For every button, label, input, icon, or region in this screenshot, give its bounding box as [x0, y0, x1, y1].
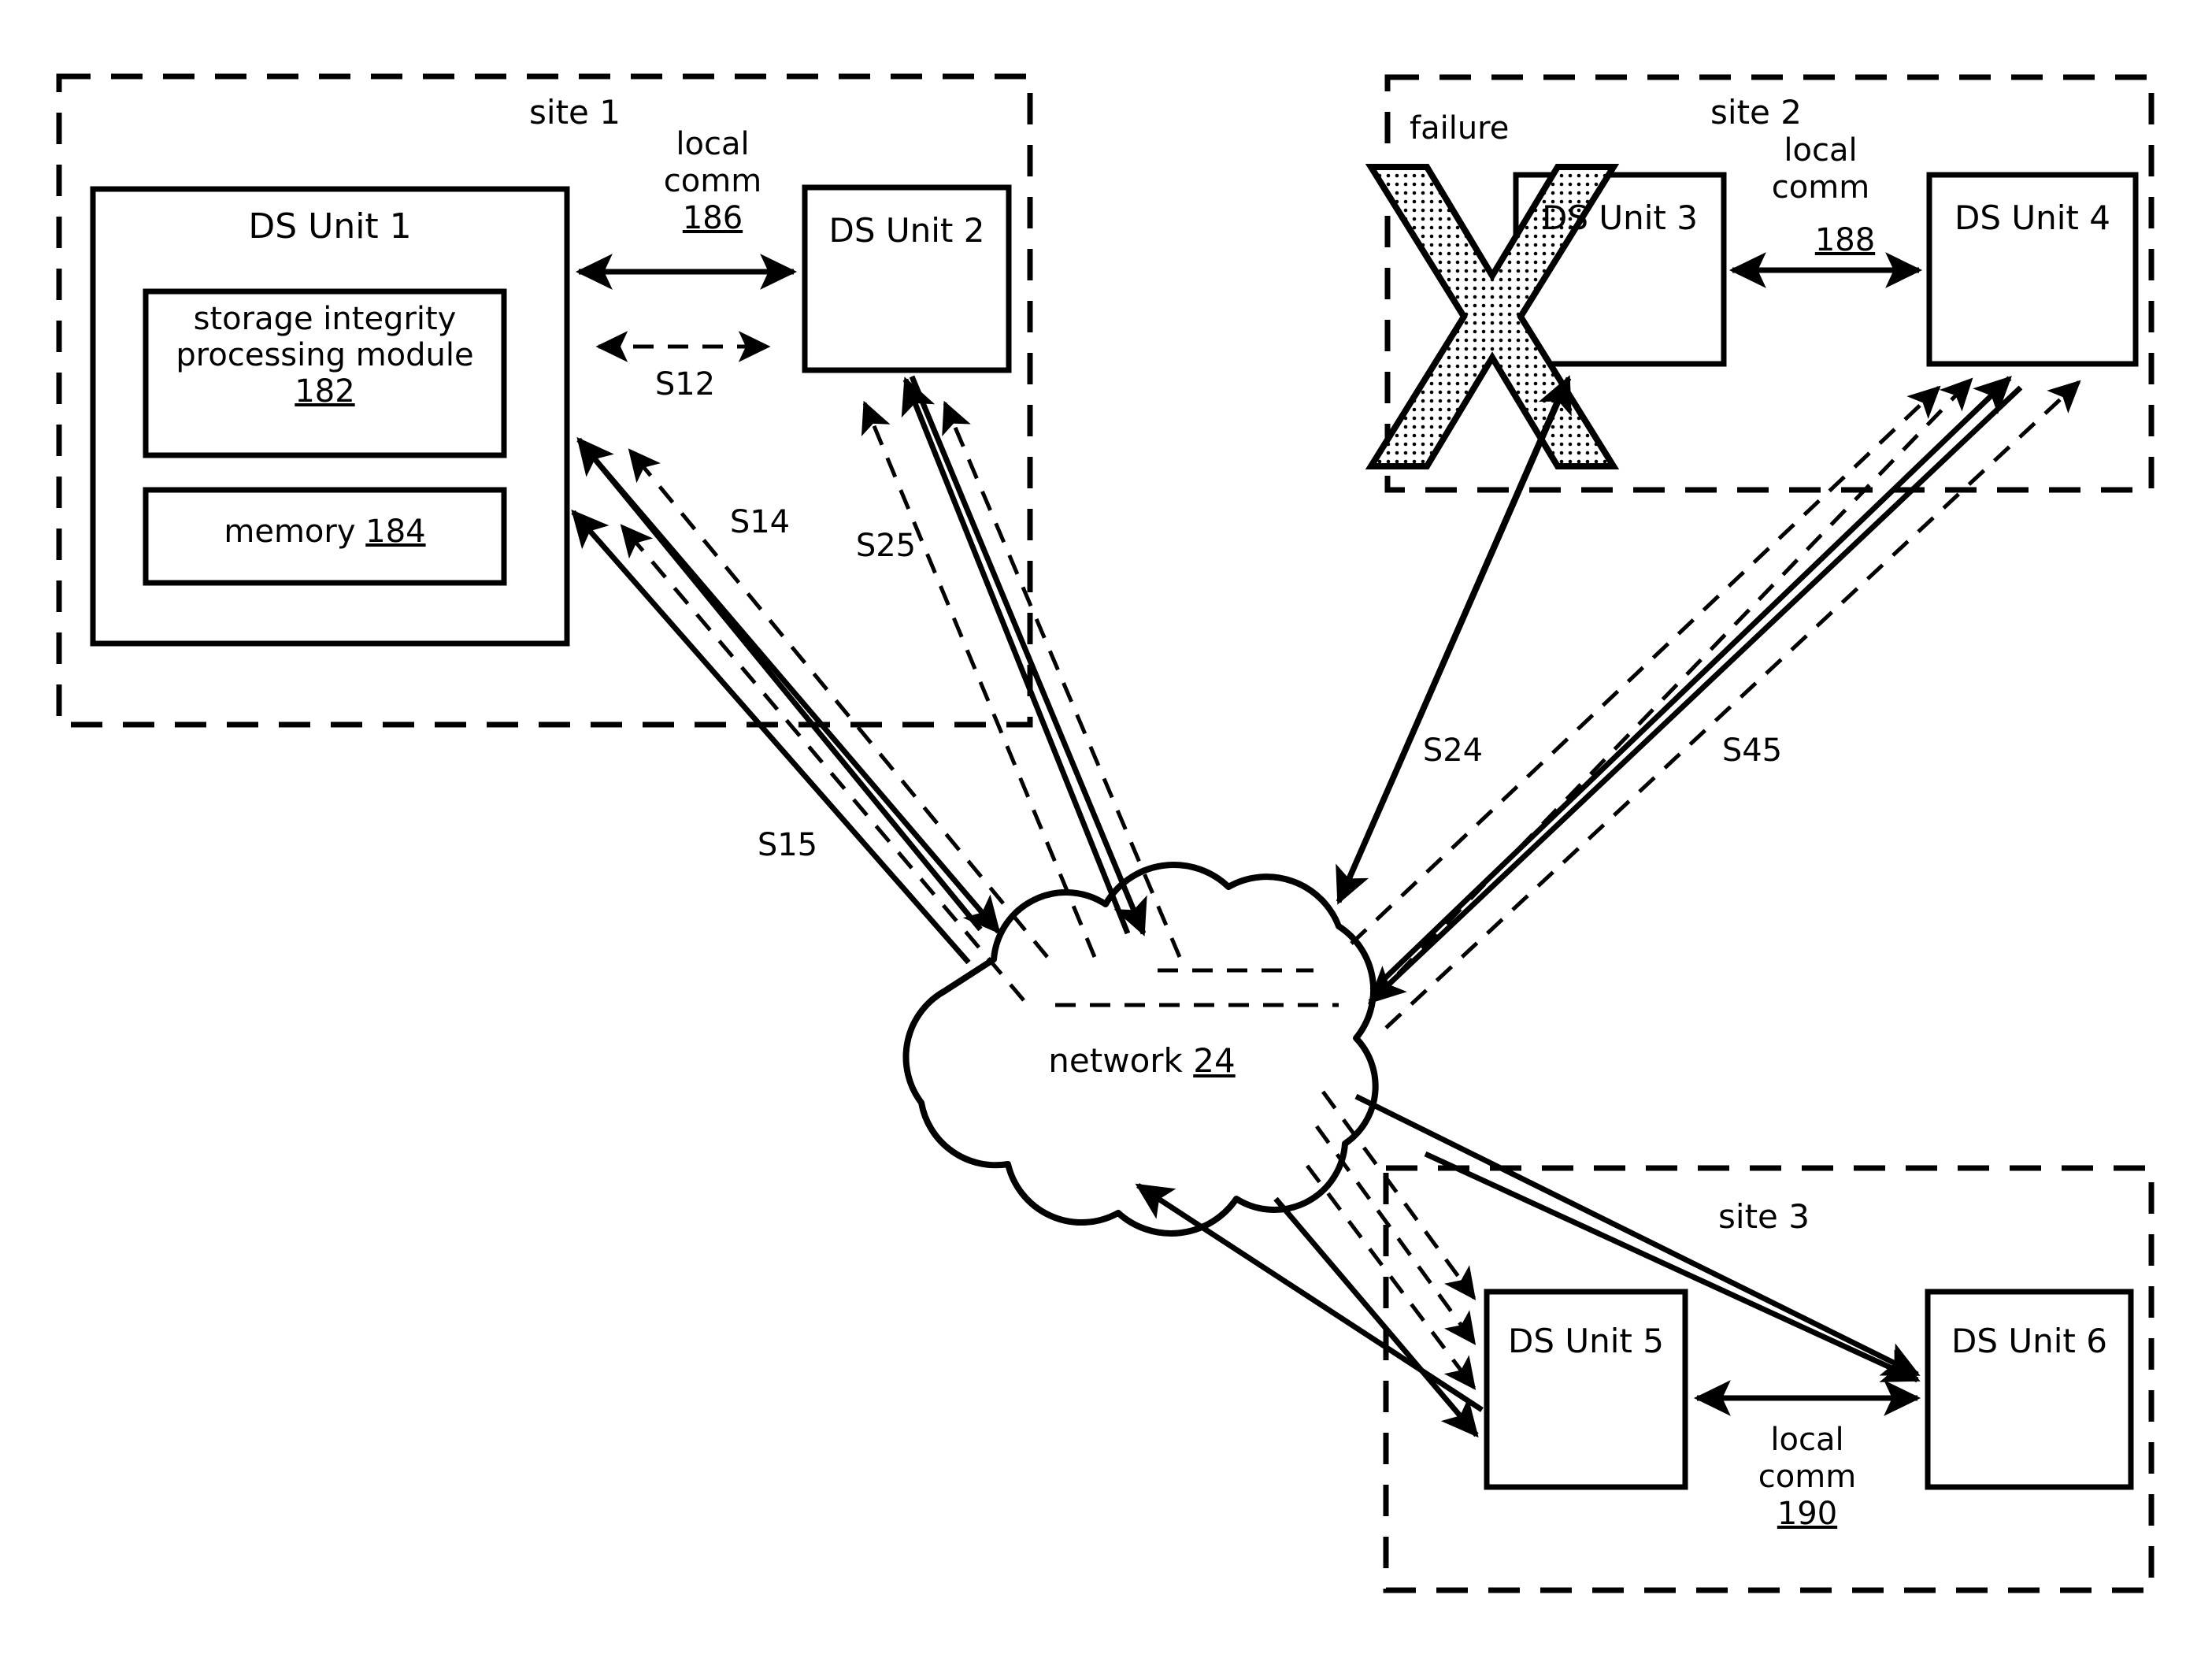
ds-unit-6-label: DS Unit 6 [1951, 1322, 2107, 1360]
network-to-ds5-dash-a [1321, 1090, 1477, 1300]
s45-label: S45 [1721, 733, 1783, 769]
network-text: network [1048, 1041, 1183, 1080]
s12-label: S12 [654, 366, 716, 402]
memory-ref: 184 [365, 514, 426, 550]
site-2-label: site 2 [1710, 93, 1802, 132]
s24-label: S24 [1422, 733, 1484, 769]
ds5-to-network-solid [1135, 1183, 1484, 1412]
s14-dash-to-ds1 [628, 448, 1049, 959]
ds-unit-2-label: DS Unit 2 [828, 211, 985, 250]
memory-text: memory [224, 514, 356, 550]
network-to-ds5-dash-c [1306, 1164, 1477, 1390]
s15-dash-to-ds1 [620, 524, 1025, 1002]
s25-label: S25 [855, 528, 917, 564]
local-comm-188-line-1: local [1784, 132, 1858, 169]
network-to-ds5-dash-b [1314, 1125, 1477, 1345]
network-to-ds5-solid [1273, 1196, 1479, 1438]
s25-solid-to-ds2 [901, 376, 1131, 935]
local-comm-190-line-1: local [1770, 1422, 1844, 1458]
sipm-line-2: processing module [176, 337, 474, 373]
s15-label: S15 [757, 827, 818, 863]
ds4-to-network-solid [1368, 385, 2023, 1004]
ds-unit-4-label: DS Unit 4 [1954, 198, 2110, 237]
diagram-canvas: site 1 DS Unit 1 storage integrity proce… [0, 0, 2212, 1669]
s15-solid-to-ds1 [571, 509, 971, 965]
local-comm-188-line-2: comm [1771, 169, 1870, 206]
network-ref: 24 [1193, 1041, 1236, 1080]
s45-solid-to-ds4 [1369, 376, 2012, 993]
local-comm-190-line-2: comm [1758, 1459, 1857, 1496]
failure-label: failure [1410, 110, 1510, 147]
local-comm-186-ref: 186 [682, 200, 743, 237]
local-comm-188-ref: 188 [1814, 222, 1876, 258]
local-comm-188-label: local comm [1742, 132, 1899, 206]
local-comm-190-label: local comm 190 [1725, 1422, 1890, 1534]
ds-unit-5-label: DS Unit 5 [1508, 1322, 1664, 1360]
local-comm-186-line-1: local [676, 126, 750, 162]
network-label: network 24 [1008, 1041, 1276, 1080]
sipm-ref: 182 [295, 373, 355, 410]
site-3-label: site 3 [1718, 1197, 1810, 1236]
local-comm-190-ref: 190 [1777, 1496, 1838, 1533]
memory-label: memory 184 [146, 514, 504, 550]
sipm-line-1: storage integrity [193, 301, 457, 337]
s45-dash-to-ds4 [1384, 380, 2081, 1029]
local-comm-186-line-2: comm [663, 163, 762, 200]
storage-integrity-processing-module-label: storage integrity processing module 182 [146, 301, 504, 410]
ds-unit-1-label: DS Unit 1 [248, 206, 412, 247]
local-comm-186-label: local comm 186 [622, 126, 803, 238]
s14-label: S14 [729, 504, 791, 540]
ds-unit-3-label: DS Unit 3 [1542, 198, 1698, 237]
